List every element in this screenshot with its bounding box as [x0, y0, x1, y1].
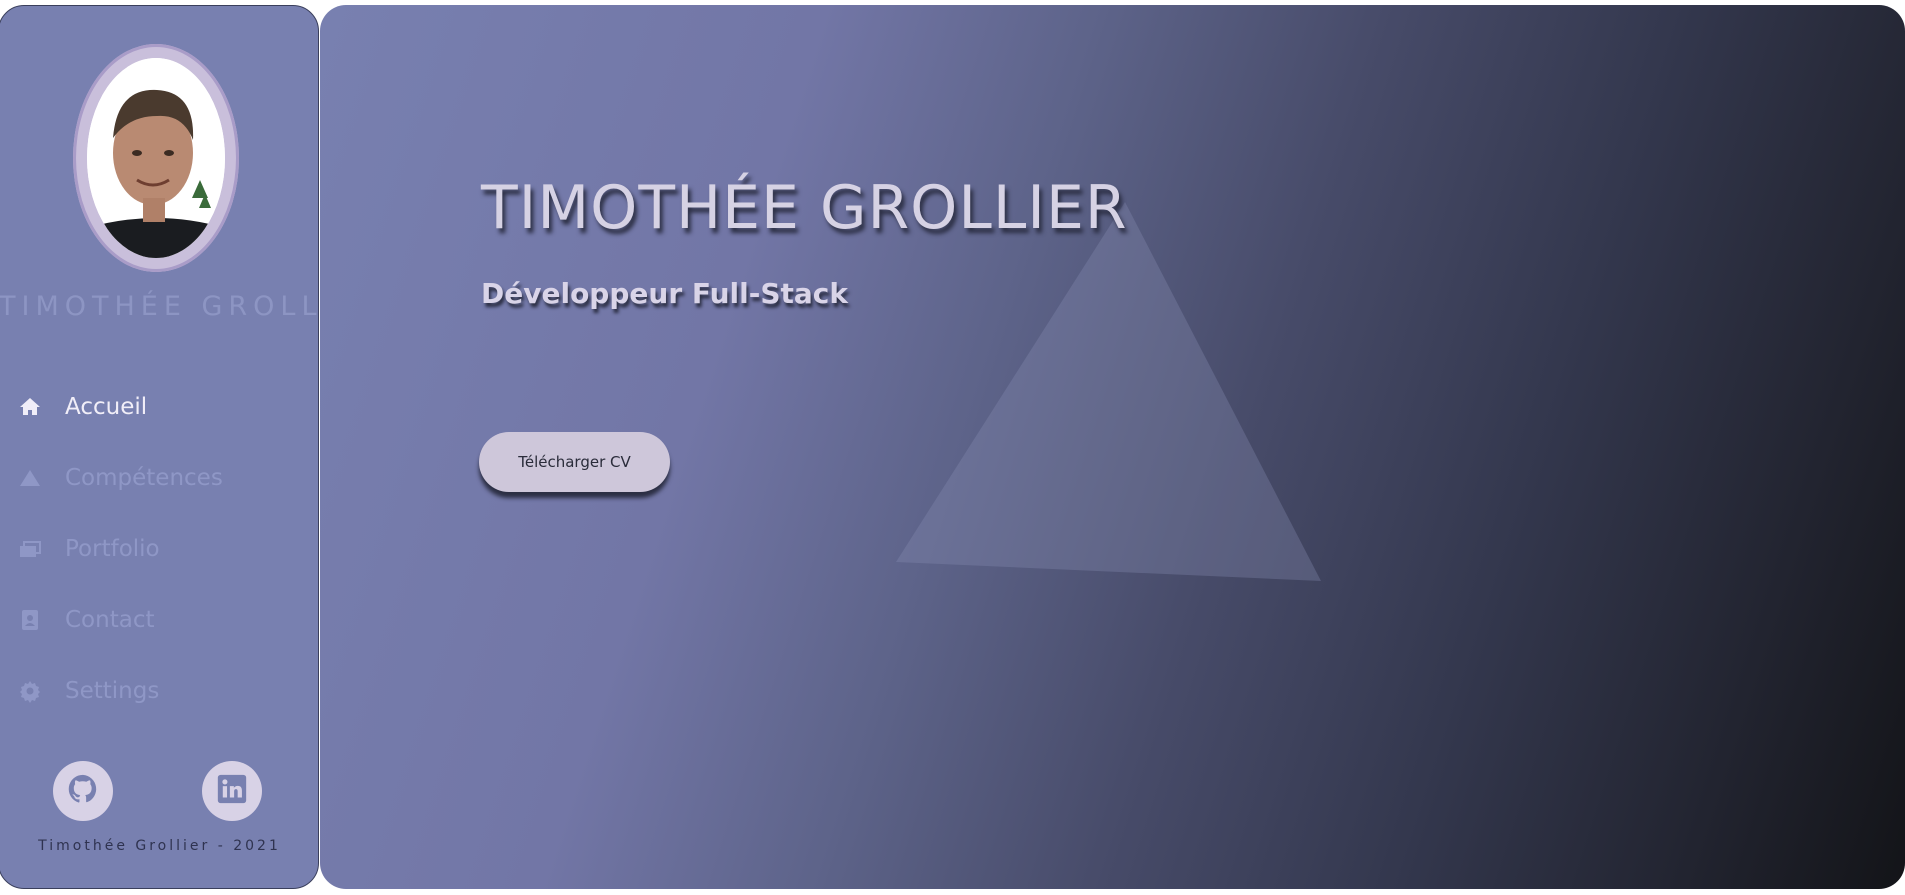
profile-photo: [87, 58, 225, 258]
sidebar-item-accueil[interactable]: Accueil: [0, 371, 318, 442]
sidebar-item-label: Compétences: [65, 464, 223, 491]
gear-icon: [17, 678, 43, 704]
footer-copyright: Timothée Grollier - 2021: [38, 838, 281, 854]
portfolio-icon: [17, 536, 43, 562]
sidebar-item-label: Portfolio: [65, 535, 160, 562]
sidebar-item-contact[interactable]: Contact: [0, 584, 318, 655]
hero-section: TIMOTHÉE GROLLIER Développeur Full-Stack…: [320, 5, 1905, 889]
contact-card-icon: [17, 607, 43, 633]
github-link[interactable]: [53, 761, 113, 821]
page-title: TIMOTHÉE GROLLIER: [481, 173, 1128, 243]
page-subtitle: Développeur Full-Stack: [481, 277, 849, 310]
download-cv-button[interactable]: Télécharger CV: [479, 432, 670, 492]
sidebar-name: TIMOTHÉE GROLLIER: [0, 291, 318, 322]
linkedin-link[interactable]: [202, 761, 262, 821]
sidebar-item-label: Accueil: [65, 393, 148, 420]
sidebar-item-competences[interactable]: Compétences: [0, 442, 318, 513]
github-icon: [66, 772, 100, 810]
triangle-icon: [17, 465, 43, 491]
home-icon: [17, 394, 43, 420]
sidebar-item-label: Contact: [65, 606, 155, 633]
linkedin-icon: [215, 772, 249, 810]
sidebar-nav: Accueil Compétences Portfolio Contact Se…: [0, 371, 318, 726]
sidebar-item-settings[interactable]: Settings: [0, 655, 318, 726]
sidebar-item-portfolio[interactable]: Portfolio: [0, 513, 318, 584]
sidebar: TIMOTHÉE GROLLIER Accueil Compétences Po…: [0, 5, 319, 889]
avatar-frame: [73, 44, 239, 272]
sidebar-item-label: Settings: [65, 677, 160, 704]
social-links: [0, 761, 318, 821]
avatar: [87, 58, 225, 258]
